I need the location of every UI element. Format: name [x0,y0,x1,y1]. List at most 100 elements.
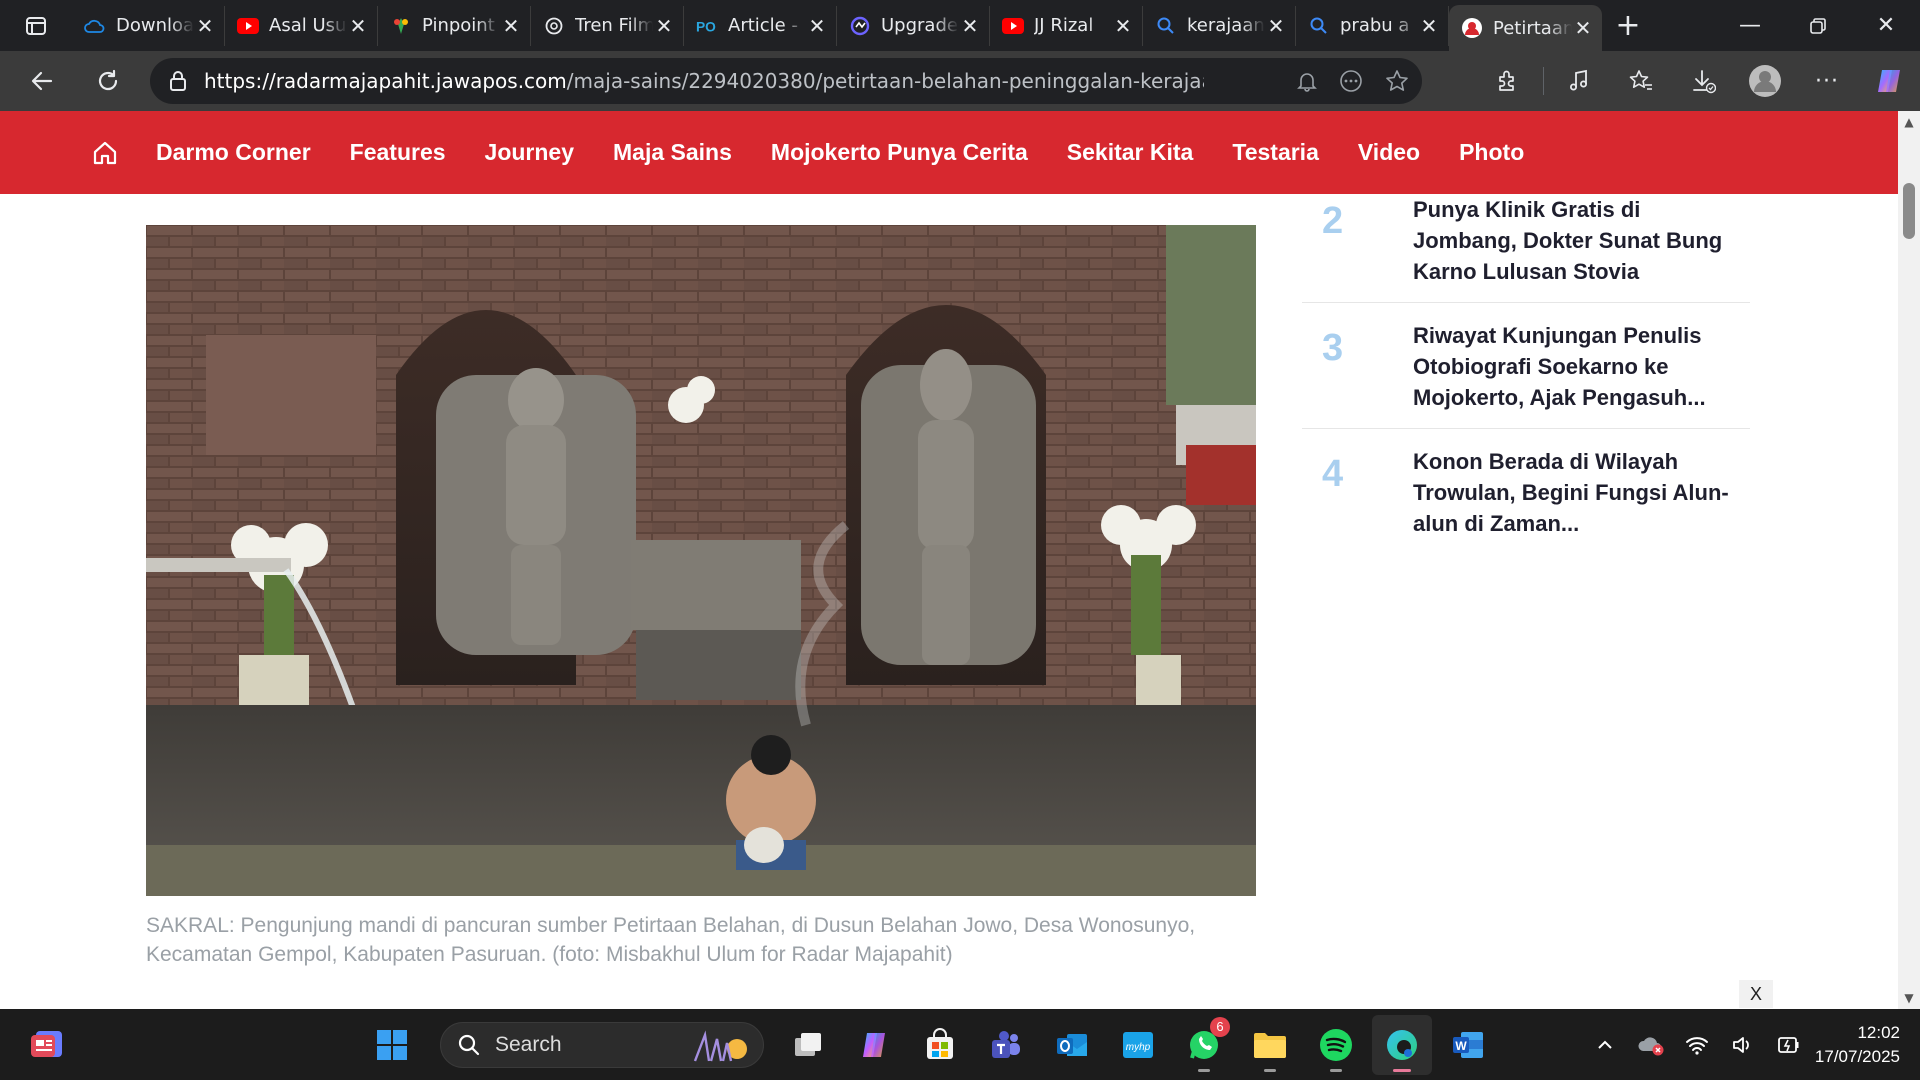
close-tab-icon[interactable]: ✕ [806,14,828,38]
nav-testaria[interactable]: Testaria [1232,139,1319,166]
myhp-icon: myhp [1123,1031,1153,1058]
copilot-button[interactable] [1858,57,1920,105]
running-indicator [1264,1068,1276,1072]
lock-icon[interactable] [168,70,188,92]
active-indicator [1393,1068,1411,1072]
popular-article-item[interactable]: 4 Konon Berada di Wilayah Trowulan, Begi… [1302,429,1750,555]
nav-photo[interactable]: Photo [1459,139,1524,166]
tab-title: JJ Rizal [1034,15,1094,36]
close-ad-button[interactable]: X [1739,980,1773,1008]
url-text[interactable]: https://radarmajapahit.jawapos.com/maja-… [204,69,1204,93]
close-tab-icon[interactable]: ✕ [959,14,981,38]
nav-sekitar-kita[interactable]: Sekitar Kita [1067,139,1194,166]
browser-tab[interactable]: Pinpoint ✕ [378,5,531,46]
close-tab-icon[interactable]: ✕ [653,14,675,38]
more-page-actions-icon[interactable] [1338,68,1364,94]
tab-actions-button[interactable] [0,0,72,51]
start-button[interactable] [362,1015,422,1075]
notification-bell-icon[interactable] [1296,70,1318,92]
myhp-button[interactable]: myhp [1108,1015,1168,1075]
profile-button[interactable] [1734,57,1796,105]
upgrade-icon [849,15,871,37]
back-button[interactable] [18,57,66,105]
close-window-button[interactable]: ✕ [1852,0,1920,51]
nav-features[interactable]: Features [350,139,446,166]
favorites-button[interactable] [1610,57,1672,105]
browser-tab[interactable]: JJ Rizal ✕ [990,5,1143,46]
page-content: SAKRAL: Pengunjung mandi di pancuran sum… [0,194,1898,1009]
show-hidden-icons-button[interactable] [1582,1022,1628,1068]
close-tab-icon[interactable]: ✕ [500,14,522,38]
close-tab-icon[interactable]: ✕ [1418,14,1440,38]
clock[interactable]: 12:02 17/07/2025 [1812,1021,1920,1069]
search-icon [1308,15,1330,37]
taskbar-search-box[interactable]: Search [440,1021,764,1068]
onedrive-status-button[interactable] [1628,1022,1674,1068]
browser-tab[interactable]: Upgrade ✕ [837,5,990,46]
widgets-button[interactable] [28,1025,66,1063]
article-photo[interactable] [146,225,1256,896]
file-explorer-button[interactable] [1240,1015,1300,1075]
new-tab-button[interactable]: + [1606,4,1650,48]
microsoft-store-button[interactable] [910,1015,970,1075]
article-rank: 4 [1322,453,1344,495]
tab-title: prabu a [1340,15,1410,36]
running-indicator [1330,1068,1342,1072]
address-bar[interactable]: https://radarmajapahit.jawapos.com/maja-… [150,58,1422,104]
close-tab-icon[interactable]: ✕ [1112,14,1134,38]
nav-journey[interactable]: Journey [485,139,574,166]
close-tab-icon[interactable]: ✕ [1265,14,1287,38]
favorite-star-icon[interactable] [1384,68,1410,94]
close-tab-icon[interactable]: ✕ [1572,16,1594,40]
close-tab-icon[interactable]: ✕ [347,14,369,38]
minimize-button[interactable]: — [1716,0,1784,51]
reload-button[interactable] [84,57,132,105]
browser-tab-strip: Download✕Asal Usul✕Pinpoint✕Tren Film✕PO… [0,0,1920,51]
browser-toolbar: https://radarmajapahit.jawapos.com/maja-… [0,51,1920,111]
media-control-button[interactable] [1548,57,1610,105]
edge-browser-button[interactable] [1372,1014,1432,1075]
spotify-button[interactable] [1306,1015,1366,1075]
settings-and-more-button[interactable]: ··· [1796,57,1858,105]
browser-tab[interactable]: Petirtaan ✕ [1449,5,1602,51]
favorites-list-icon [1629,70,1652,90]
svg-text:myhp: myhp [1126,1042,1151,1053]
browser-tab[interactable]: Download✕ [72,5,225,46]
volume-button[interactable] [1720,1022,1766,1068]
restore-icon [1810,17,1826,34]
task-view-button[interactable] [778,1015,838,1075]
edge-icon [1387,1029,1417,1060]
restore-button[interactable] [1784,0,1852,51]
battery-button[interactable] [1766,1022,1812,1068]
scroll-up-arrow-icon[interactable]: ▲ [1898,111,1920,133]
downloads-button[interactable] [1672,57,1734,105]
nav-maja-sains[interactable]: Maja Sains [613,139,732,166]
popular-article-item[interactable]: 2 Punya Klinik Gratis di Jombang, Dokter… [1302,194,1750,303]
popular-article-item[interactable]: 3 Riwayat Kunjungan Penulis Otobiografi … [1302,303,1750,429]
browser-tab[interactable]: Tren Film ✕ [531,5,684,46]
browser-tab[interactable]: Asal Usul ✕ [225,5,378,46]
wifi-button[interactable] [1674,1022,1720,1068]
outlook-icon [1057,1033,1087,1056]
page-scrollbar[interactable]: ▲ ▼ [1898,111,1920,1009]
article-title-link[interactable]: Konon Berada di Wilayah Trowulan, Begini… [1413,446,1743,539]
article-title-link[interactable]: Punya Klinik Gratis di Jombang, Dokter S… [1413,194,1743,287]
close-tab-icon[interactable]: ✕ [194,14,216,38]
home-link[interactable] [88,136,122,170]
teams-button[interactable] [976,1015,1036,1075]
copilot-app-button[interactable] [844,1015,904,1075]
article-title-link[interactable]: Riwayat Kunjungan Penulis Otobiografi So… [1413,320,1743,413]
word-button[interactable]: W [1438,1015,1498,1075]
tab-title: Pinpoint [422,15,495,36]
browser-tab[interactable]: kerajaan ✕ [1143,5,1296,46]
scrollbar-thumb[interactable] [1903,183,1915,239]
outlook-button[interactable] [1042,1015,1102,1075]
browser-tab[interactable]: prabu a ✕ [1296,5,1449,46]
nav-video[interactable]: Video [1358,139,1420,166]
browser-tab[interactable]: PO Article - ✕ [684,5,837,46]
whatsapp-button[interactable]: 6 [1174,1015,1234,1075]
nav-darmo-corner[interactable]: Darmo Corner [156,139,311,166]
extensions-button[interactable] [1477,57,1539,105]
nav-mojokerto-punya-cerita[interactable]: Mojokerto Punya Cerita [771,139,1028,166]
scroll-down-arrow-icon[interactable]: ▼ [1898,987,1920,1009]
